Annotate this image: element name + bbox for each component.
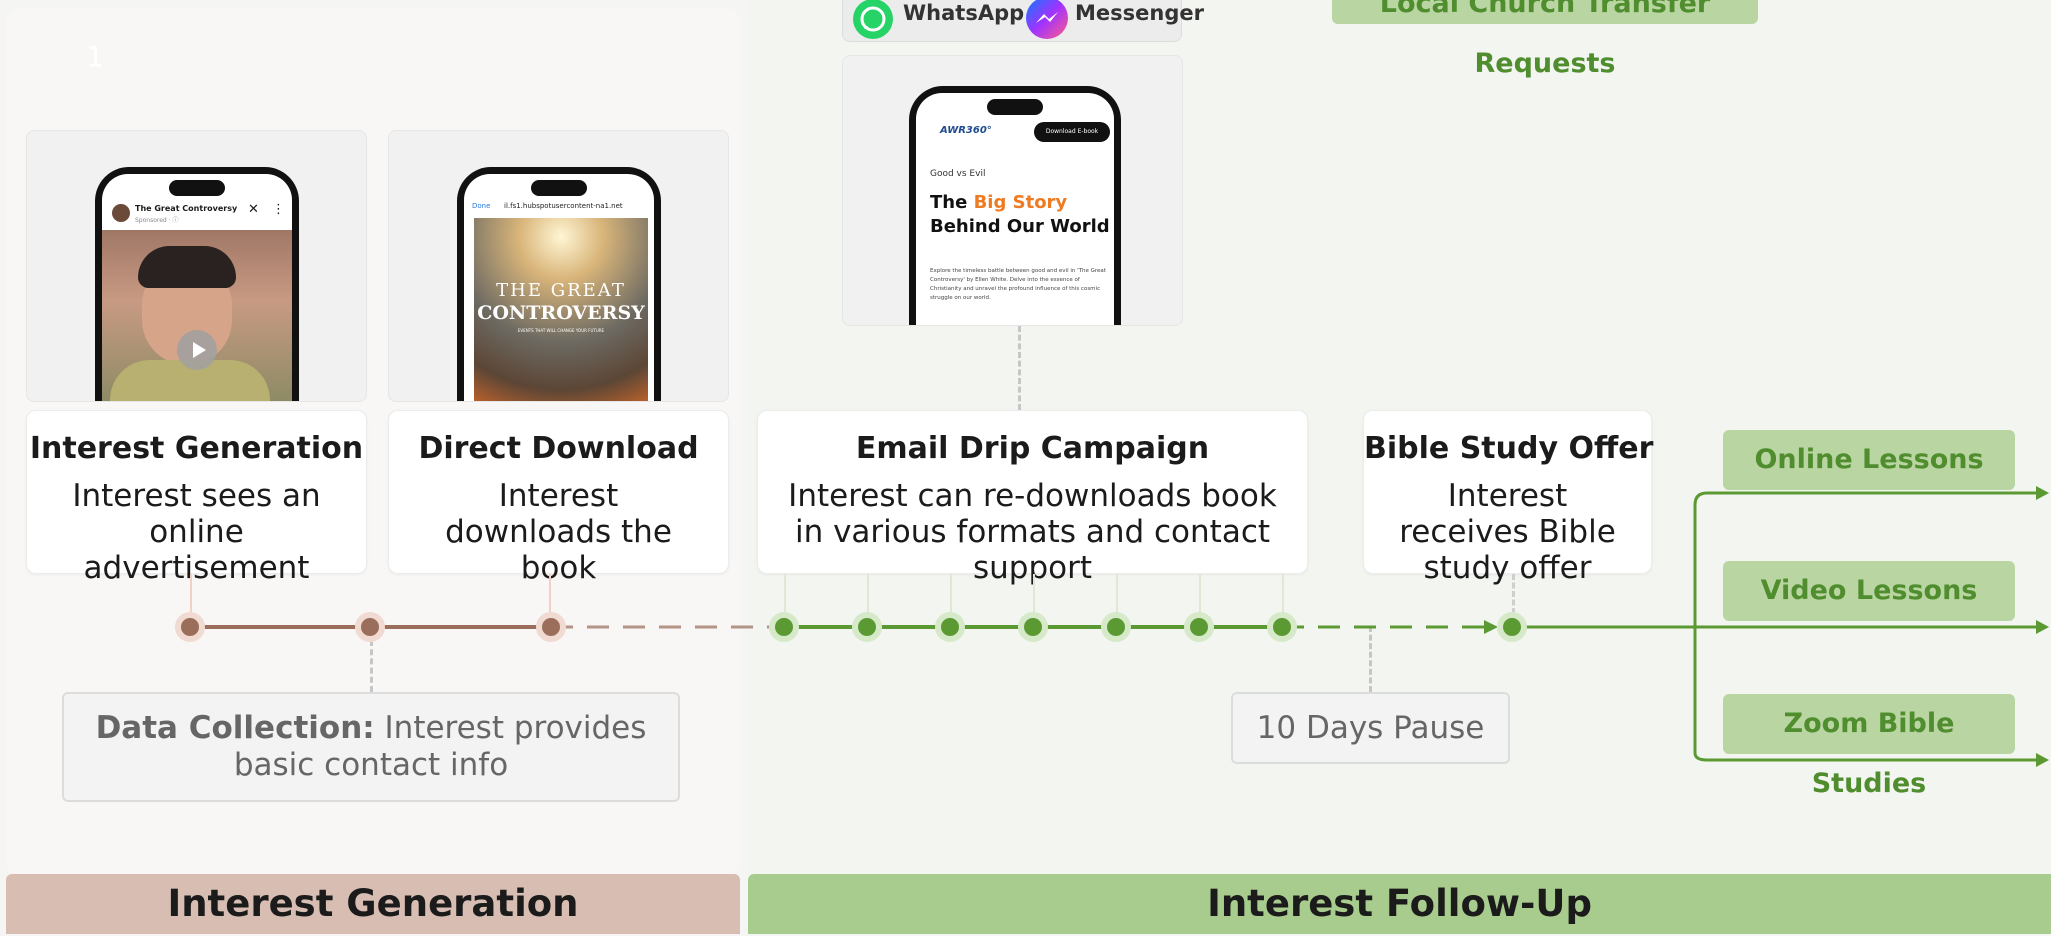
- pause-note: 10 Days Pause: [1231, 692, 1510, 764]
- timeline-dot: [355, 612, 385, 642]
- timeline-dot: [852, 612, 882, 642]
- timeline-dot: [1184, 612, 1214, 642]
- option-video-lessons: Video Lessons: [1723, 561, 2015, 621]
- timeline-dot: [175, 612, 205, 642]
- timeline-dot: [1018, 612, 1048, 642]
- timeline-dot: [536, 612, 566, 642]
- timeline-dot: [935, 612, 965, 642]
- footer-interest-generation: Interest Generation: [6, 874, 740, 934]
- footer-interest-follow-up: Interest Follow-Up: [748, 874, 2051, 934]
- timeline-dot: [769, 612, 799, 642]
- data-collection-label: Data Collection:: [95, 710, 375, 746]
- option-zoom-bible-studies: Zoom Bible Studies: [1723, 694, 2015, 799]
- timeline-dot: [1101, 612, 1131, 642]
- timeline-dot: [1497, 612, 1527, 642]
- data-collection-note: Data Collection: Interest provides basic…: [62, 692, 680, 802]
- option-online-lessons: Online Lessons: [1723, 430, 2015, 490]
- timeline-dot: [1267, 612, 1297, 642]
